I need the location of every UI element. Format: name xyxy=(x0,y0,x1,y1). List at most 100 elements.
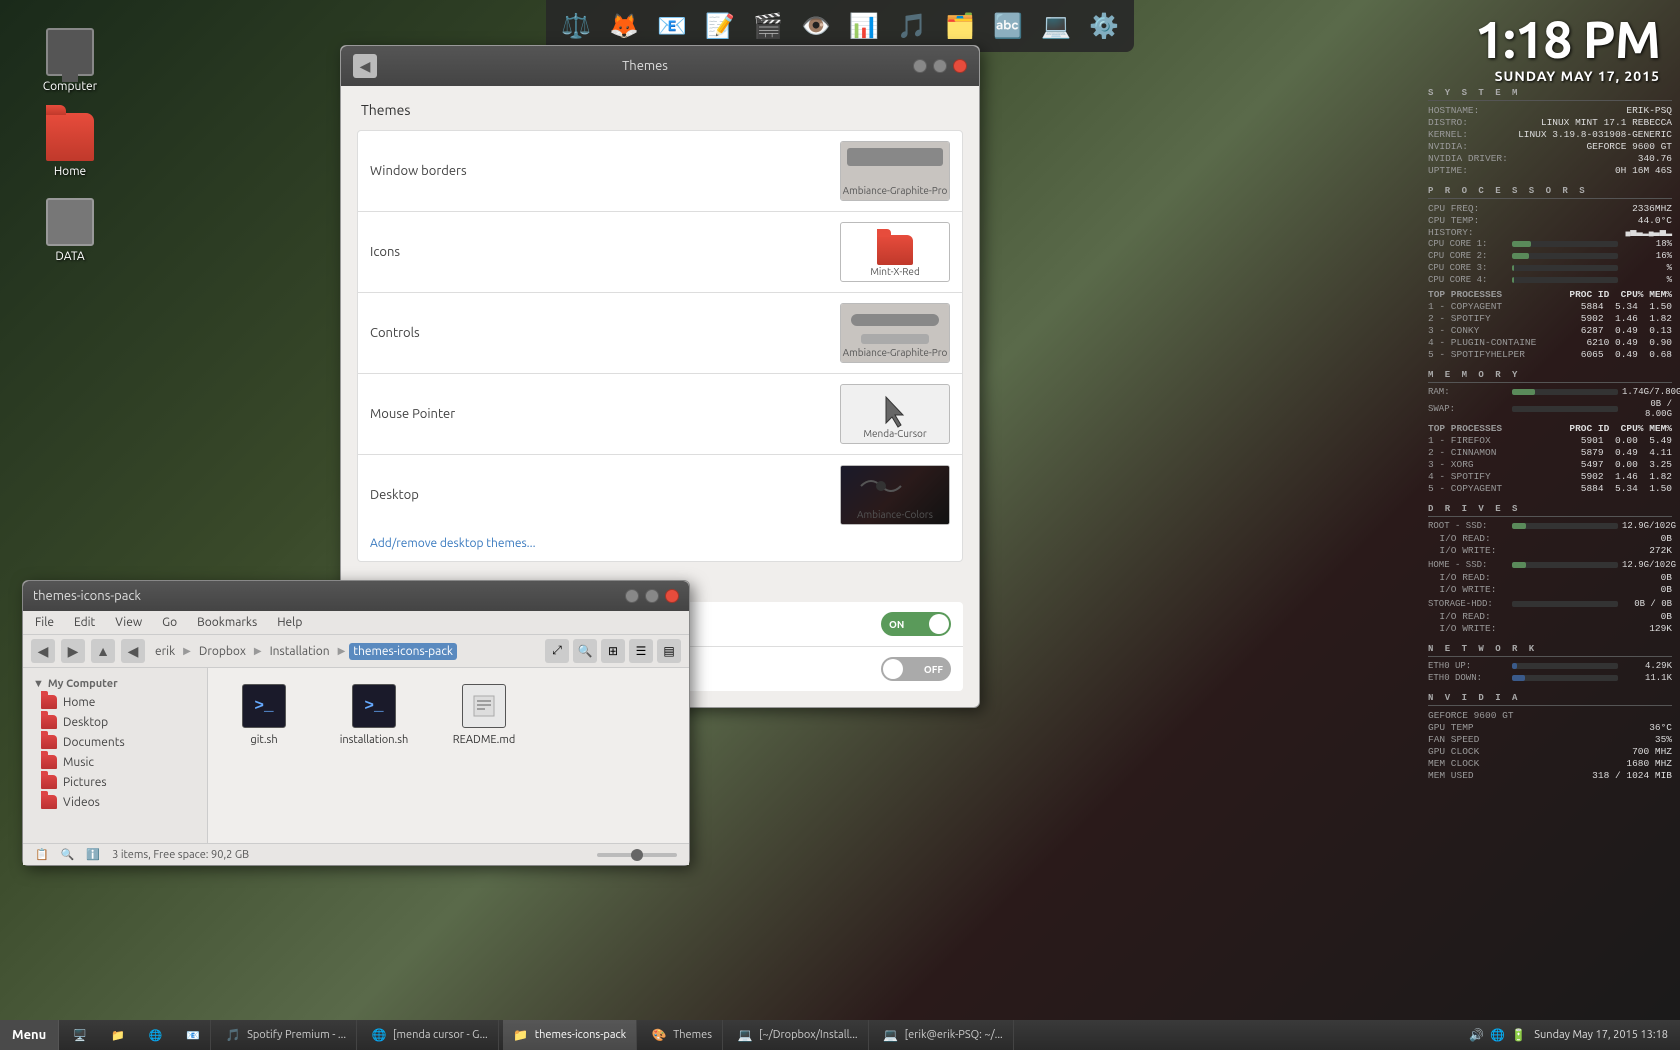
file-count-label: 3 items, Free space: 90,2 GB xyxy=(112,849,249,861)
sidebar-item-desktop[interactable]: Desktop xyxy=(23,712,207,732)
file-item-installation-sh[interactable]: >_ installation.sh xyxy=(334,684,414,746)
mouse-pointer-preview[interactable]: Menda-Cursor xyxy=(840,384,950,444)
sysmon-processors-title: P R O C E S S O R S xyxy=(1428,186,1672,199)
dock-text-icon[interactable]: 🔤 xyxy=(986,4,1030,48)
desktop-icon-data[interactable]: DATA xyxy=(30,190,110,271)
sidebar-item-music[interactable]: Music xyxy=(23,752,207,772)
file-item-git-sh[interactable]: >_ git.sh xyxy=(224,684,304,746)
fm-resize-icon[interactable]: ⤢ xyxy=(545,639,569,663)
zoom-slider[interactable] xyxy=(597,853,677,857)
dock-chart-icon[interactable]: 📊 xyxy=(842,4,886,48)
dock-media-icon[interactable]: 🎬 xyxy=(746,4,790,48)
dock-firefox-icon[interactable]: 🦊 xyxy=(602,4,646,48)
fm-search-icon[interactable]: 🔍 xyxy=(573,639,597,663)
dock-mail-icon[interactable]: 📧 xyxy=(650,4,694,48)
fm-minimize-button[interactable] xyxy=(625,589,639,603)
dock-notes-icon[interactable]: 📝 xyxy=(698,4,742,48)
fm-path-installation[interactable]: Installation xyxy=(266,643,334,660)
fm-up-button[interactable]: ▲ xyxy=(91,639,115,663)
sidebar-item-pictures[interactable]: Pictures xyxy=(23,772,207,792)
themes-taskbar-icon: 🎨 xyxy=(651,1027,667,1043)
theme-row-controls: Controls Ambiance-Graphite-Pro xyxy=(358,293,962,374)
videos-folder-sm-icon xyxy=(41,795,57,809)
clock-time: 1:18 PM xyxy=(1475,10,1660,68)
back-button[interactable]: ◀ xyxy=(353,54,377,78)
icons-preview[interactable]: Mint-X-Red xyxy=(840,222,950,282)
dock-terminal-icon[interactable]: 💻 xyxy=(1034,4,1078,48)
fm-close-button[interactable] xyxy=(665,589,679,603)
filemanager-sidebar: ▼ My Computer Home Desktop Documents xyxy=(23,668,208,843)
fm-menu-help[interactable]: Help xyxy=(275,613,304,632)
fm-menu-file[interactable]: File xyxy=(33,613,56,632)
taskbar-item-terminal2[interactable]: 💻 [erik@erik-PSQ: ~/... xyxy=(873,1020,1014,1050)
close-button[interactable] xyxy=(953,59,967,73)
fm-back-button[interactable]: ◀ xyxy=(31,639,55,663)
desktop-preview[interactable]: Ambiance-Colors xyxy=(840,465,950,525)
tray-icon-2[interactable]: 🌐 xyxy=(1490,1028,1505,1042)
fm-menu-view[interactable]: View xyxy=(113,613,144,632)
icons-preview-label: Mint-X-Red xyxy=(841,266,949,277)
fm-grid-view-icon[interactable]: ⊞ xyxy=(601,639,625,663)
taskbar-item-filemanager[interactable]: 📁 themes-icons-pack xyxy=(503,1020,637,1050)
sidebar-item-home[interactable]: Home xyxy=(23,692,207,712)
taskbar-item-themes[interactable]: 🎨 Themes xyxy=(641,1020,723,1050)
controls-preview[interactable]: Ambiance-Graphite-Pro xyxy=(840,303,950,363)
mouse-pointer-label: Mouse Pointer xyxy=(370,407,840,421)
minimize-button[interactable] xyxy=(913,59,927,73)
fm-statusbar-icon-2[interactable]: 🔍 xyxy=(61,848,75,861)
desktop-icon-home[interactable]: Home xyxy=(30,105,110,186)
fm-list-view-icon[interactable]: ☰ xyxy=(629,639,653,663)
file-item-readme-md[interactable]: README.md xyxy=(444,684,524,746)
theme-row-window-borders: Window borders Ambiance-Graphite-Pro xyxy=(358,131,962,212)
taskbar-clock[interactable]: Sunday May 17, 2015 13:18 xyxy=(1534,1029,1668,1041)
filemanager-menubar: File Edit View Go Bookmarks Help xyxy=(23,611,689,635)
sidebar-item-videos[interactable]: Videos xyxy=(23,792,207,812)
window-borders-preview[interactable]: Ambiance-Graphite-Pro xyxy=(840,141,950,201)
fm-forward-button[interactable]: ▶ xyxy=(61,639,85,663)
icons-on-buttons-toggle[interactable] xyxy=(881,657,951,681)
taskbar-quick-launch-1[interactable]: 🖥️ xyxy=(63,1020,97,1050)
taskbar-quick-launch-4[interactable]: 📧 xyxy=(176,1020,211,1050)
taskbar-item-browser[interactable]: 🌐 [menda cursor - G... xyxy=(361,1020,499,1050)
fm-statusbar-icon-1[interactable]: 📋 xyxy=(35,848,49,861)
sidebar-item-documents[interactable]: Documents xyxy=(23,732,207,752)
taskbar-menu-button[interactable]: Menu xyxy=(0,1020,59,1050)
filemanager-breadcrumb: erik ▶ Dropbox ▶ Installation ▶ themes-i… xyxy=(151,643,457,660)
taskbar-clock-label: Sunday May 17, 2015 13:18 xyxy=(1534,1029,1668,1041)
dock-eye-icon[interactable]: 👁️ xyxy=(794,4,838,48)
dock-scales-icon[interactable]: ⚖️ xyxy=(554,4,598,48)
theme-row-icons: Icons Mint-X-Red xyxy=(358,212,962,293)
fm-path-dropbox[interactable]: Dropbox xyxy=(195,643,250,660)
dock-folder-icon[interactable]: 🗂️ xyxy=(938,4,982,48)
sysmon-network: N E T W O R K ETH0 UP: 4.29K ETH0 DOWN: … xyxy=(1428,644,1672,683)
taskbar-item-terminal1[interactable]: 💻 [~/Dropbox/Install... xyxy=(727,1020,869,1050)
fm-maximize-button[interactable] xyxy=(645,589,659,603)
sysmon-network-title: N E T W O R K xyxy=(1428,644,1672,657)
maximize-button[interactable] xyxy=(933,59,947,73)
tray-icon-3[interactable]: 🔋 xyxy=(1511,1028,1526,1042)
fm-path-toggle[interactable]: ◀ xyxy=(121,639,145,663)
fm-path-erik[interactable]: erik xyxy=(151,643,179,660)
fm-compact-view-icon[interactable]: ▤ xyxy=(657,639,681,663)
tray-icon-1[interactable]: 🔊 xyxy=(1469,1028,1484,1042)
fm-menu-edit[interactable]: Edit xyxy=(72,613,97,632)
taskbar-quick-launch-2[interactable]: 📁 xyxy=(101,1020,135,1050)
fm-menu-go[interactable]: Go xyxy=(160,613,179,632)
fm-path-current[interactable]: themes-icons-pack xyxy=(349,643,457,660)
desktop-label: Desktop xyxy=(370,488,840,502)
mouse-pointer-preview-label: Menda-Cursor xyxy=(841,428,949,439)
readme-md-label: README.md xyxy=(453,734,516,746)
taskbar-item-spotify[interactable]: 🎵 Spotify Premium - ... xyxy=(215,1020,357,1050)
tray-icons: 🔊 🌐 🔋 xyxy=(1469,1028,1526,1042)
taskbar-quick-launch-3[interactable]: 🌐 xyxy=(139,1020,173,1050)
add-remove-themes-link[interactable]: Add/remove desktop themes... xyxy=(370,537,536,550)
browser-taskbar-label: [menda cursor - G... xyxy=(393,1029,488,1041)
fm-statusbar-icon-3[interactable]: ℹ️ xyxy=(86,848,100,861)
dock-spotify-icon[interactable]: 🎵 xyxy=(890,4,934,48)
desktop-icon-computer[interactable]: Computer xyxy=(30,20,110,101)
icons-in-menus-toggle[interactable] xyxy=(881,612,951,636)
fm-menu-bookmarks[interactable]: Bookmarks xyxy=(195,613,259,632)
dock-settings-icon[interactable]: ⚙️ xyxy=(1082,4,1126,48)
filemanager-statusbar: 📋 🔍 ℹ️ 3 items, Free space: 90,2 GB xyxy=(23,843,689,865)
spotify-taskbar-label: Spotify Premium - ... xyxy=(247,1029,346,1041)
